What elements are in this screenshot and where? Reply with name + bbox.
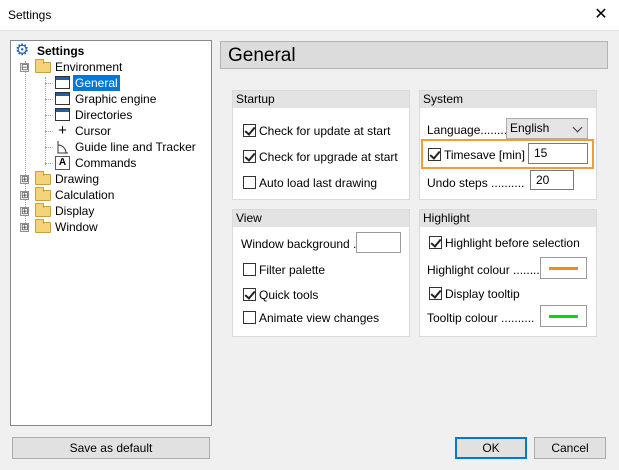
tree-item-general[interactable]: General xyxy=(15,75,205,91)
group-title: System xyxy=(420,91,596,108)
window-background-swatch[interactable] xyxy=(356,232,401,253)
display-tooltip-label: Display tooltip xyxy=(445,287,520,301)
animate-view-label: Animate view changes xyxy=(259,311,380,325)
auto-load-label: Auto load last drawing xyxy=(259,176,378,190)
tree-item-label: Directories xyxy=(75,108,133,122)
expand-icon[interactable]: ⊞ xyxy=(20,207,29,216)
tree-item-environment[interactable]: ⊟ Environment xyxy=(15,59,205,75)
tree-item-label: Drawing xyxy=(55,172,100,186)
window-icon xyxy=(55,92,70,105)
guide-line-icon xyxy=(55,140,70,154)
language-select[interactable]: English xyxy=(506,118,588,139)
filter-palette-label: Filter palette xyxy=(259,263,326,277)
language-value: English xyxy=(510,121,550,135)
highlight-colour-swatch[interactable] xyxy=(540,257,587,279)
tooltip-colour-swatch[interactable] xyxy=(540,305,587,327)
ok-button[interactable]: OK xyxy=(455,437,527,459)
expand-icon[interactable]: ⊞ xyxy=(20,223,29,232)
collapse-icon[interactable]: ⊟ xyxy=(20,63,29,72)
crosshair-icon: + xyxy=(58,122,67,139)
close-icon[interactable]: ✕ xyxy=(592,6,610,24)
chevron-down-icon xyxy=(572,122,583,133)
highlight-before-selection-checkbox[interactable] xyxy=(429,236,442,249)
folder-icon xyxy=(35,203,51,217)
highlight-before-selection-label: Highlight before selection xyxy=(445,236,580,250)
expand-icon[interactable]: ⊞ xyxy=(20,175,29,184)
settings-tree[interactable]: ⚙ Settings ⊟ Environment General Graphic… xyxy=(10,40,212,426)
text-command-icon: A xyxy=(55,156,70,170)
tree-item-directories[interactable]: Directories xyxy=(15,107,205,123)
folder-open-icon xyxy=(35,59,51,73)
tree-item-label: Display xyxy=(55,204,95,218)
window-title: Settings xyxy=(8,8,52,22)
tree-item-commands[interactable]: A Commands xyxy=(15,155,205,171)
animate-view-checkbox[interactable] xyxy=(243,311,256,324)
tree-item-window[interactable]: ⊞ Window xyxy=(15,219,205,235)
group-title: Startup xyxy=(233,91,409,108)
tree-item-display[interactable]: ⊞ Display xyxy=(15,203,205,219)
check-upgrade-label: Check for upgrade at start xyxy=(259,150,398,164)
tree-item-label: Guide line and Tracker xyxy=(75,140,196,154)
quick-tools-checkbox[interactable] xyxy=(243,288,256,301)
tree-item-label: Cursor xyxy=(75,124,112,138)
auto-load-checkbox[interactable] xyxy=(243,176,256,189)
tree-item-drawing[interactable]: ⊞ Drawing xyxy=(15,171,205,187)
check-update-label: Check for update at start xyxy=(259,124,391,138)
quick-tools-label: Quick tools xyxy=(259,288,319,302)
save-as-default-button[interactable]: Save as default xyxy=(12,437,210,459)
folder-window-icon xyxy=(55,108,70,121)
tree-item-graphic-engine[interactable]: Graphic engine xyxy=(15,91,205,107)
tree-item-label: Commands xyxy=(75,156,137,170)
folder-icon xyxy=(35,187,51,201)
page-title: General xyxy=(220,41,608,69)
gear-icon: ⚙ xyxy=(15,42,30,59)
expand-icon[interactable]: ⊞ xyxy=(20,191,29,200)
tree-item-cursor[interactable]: + Cursor xyxy=(15,123,205,139)
check-update-checkbox[interactable] xyxy=(243,124,256,137)
highlight-colour-line xyxy=(549,267,578,270)
window-background-label: Window background ... xyxy=(241,237,364,251)
group-title: Highlight xyxy=(420,210,596,227)
undo-steps-input[interactable]: 20 xyxy=(530,170,574,190)
tooltip-colour-line xyxy=(549,315,578,318)
undo-steps-label: Undo steps .......... xyxy=(427,176,525,190)
startup-group: Startup Check for update at start Check … xyxy=(232,90,410,200)
filter-palette-checkbox[interactable] xyxy=(243,263,256,276)
display-tooltip-checkbox[interactable] xyxy=(429,287,442,300)
folder-icon xyxy=(35,171,51,185)
tooltip-colour-label: Tooltip colour .......... xyxy=(427,311,535,325)
timesave-checkbox[interactable] xyxy=(428,148,441,161)
tree-item-label: General xyxy=(73,75,120,91)
tree-item-label: Window xyxy=(55,220,98,234)
language-label: Language........ xyxy=(427,123,508,137)
tree-item-label: Graphic engine xyxy=(75,92,157,106)
timesave-label: Timesave [min] .. xyxy=(444,148,535,162)
group-title: View xyxy=(233,210,409,227)
tree-item-label: Environment xyxy=(55,60,123,74)
highlight-group: Highlight Highlight before selection Hig… xyxy=(419,209,597,337)
tree-root-settings[interactable]: ⚙ Settings xyxy=(15,43,205,59)
folder-icon xyxy=(35,219,51,233)
tree-root-label: Settings xyxy=(37,44,85,58)
cancel-button[interactable]: Cancel xyxy=(534,437,606,459)
tree-item-guide-line[interactable]: Guide line and Tracker xyxy=(15,139,205,155)
window-icon xyxy=(55,76,70,89)
view-group: View Window background ... Filter palett… xyxy=(232,209,410,337)
tree-item-label: Calculation xyxy=(55,188,115,202)
tree-item-calculation[interactable]: ⊞ Calculation xyxy=(15,187,205,203)
highlight-colour-label: Highlight colour .......... xyxy=(427,263,547,277)
timesave-input[interactable]: 15 xyxy=(528,143,588,164)
title-bar: Settings ✕ xyxy=(0,0,619,31)
check-upgrade-checkbox[interactable] xyxy=(243,150,256,163)
